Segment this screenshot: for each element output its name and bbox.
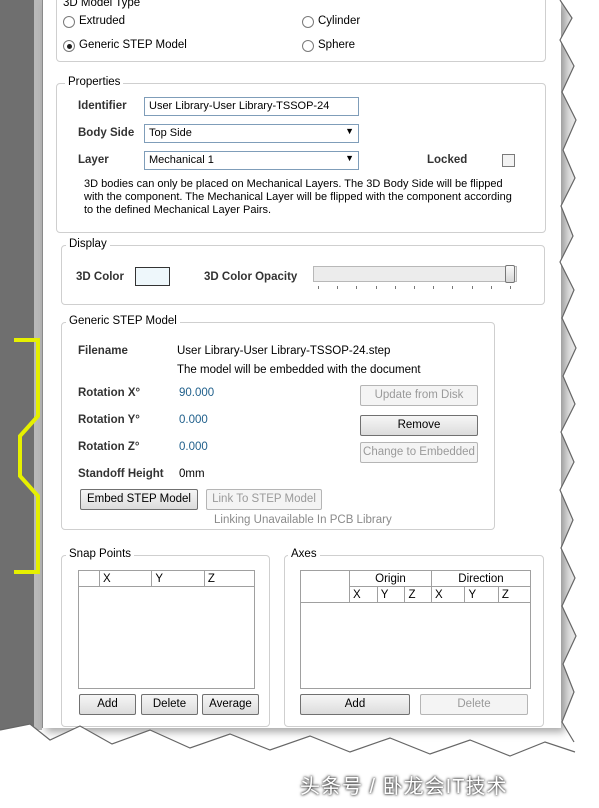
bottom-tab-partial[interactable]: and: [244, 782, 290, 802]
standoff-label: Standoff Height: [78, 468, 164, 480]
body-side-select[interactable]: Top Side ▼: [144, 124, 359, 143]
snap-points-list[interactable]: [78, 570, 255, 689]
step-title: Generic STEP Model: [66, 315, 180, 327]
embedded-note: The model will be embedded with the docu…: [177, 364, 421, 376]
axes-add-button[interactable]: Add: [300, 694, 410, 715]
color-swatch[interactable]: [135, 267, 170, 286]
link-to-step-model-button[interactable]: Link To STEP Model: [206, 489, 322, 510]
opacity-tick: [356, 286, 358, 289]
filename-label: Filename: [78, 345, 128, 357]
identifier-label: Identifier: [78, 100, 127, 112]
remove-button[interactable]: Remove: [360, 415, 478, 436]
opacity-slider-handle[interactable]: [505, 265, 515, 283]
axes-header-blank: [300, 570, 350, 603]
axes-direction-header[interactable]: Direction: [430, 570, 532, 587]
color-label: 3D Color: [76, 271, 124, 283]
rotation-z-label: Rotation Z°: [78, 441, 140, 453]
radio-generic-step[interactable]: [63, 40, 75, 52]
axes-direction-x[interactable]: X: [430, 586, 466, 603]
snap-points-title: Snap Points: [66, 548, 135, 560]
opacity-tick: [452, 286, 454, 289]
watermark: 头条号 / 卧龙会IT技术: [300, 776, 508, 798]
snap-header-blank: [78, 570, 100, 587]
snap-points-header: X Y Z: [78, 570, 256, 587]
axes-title: Axes: [288, 548, 320, 560]
radio-sphere-label[interactable]: Sphere: [318, 39, 355, 51]
rotation-z-value[interactable]: 0.000: [179, 441, 208, 453]
axes-header: Origin Direction X Y Z X Y Z: [300, 570, 532, 603]
opacity-tick: [490, 286, 492, 289]
snap-average-button[interactable]: Average: [202, 694, 259, 715]
model-type-group: [56, 0, 546, 62]
standoff-value[interactable]: 0mm: [179, 468, 205, 480]
link-note: Linking Unavailable In PCB Library: [214, 514, 392, 526]
snap-header-y[interactable]: Y: [151, 570, 205, 587]
model-type-title: 3D Model Type: [60, 0, 144, 9]
locked-label: Locked: [427, 154, 468, 166]
layer-label: Layer: [78, 154, 109, 166]
axes-direction-y[interactable]: Y: [464, 586, 499, 603]
opacity-tick: [375, 286, 377, 289]
axes-delete-button[interactable]: Delete: [420, 694, 528, 715]
axes-origin-z[interactable]: Z: [404, 586, 432, 603]
layer-note: 3D bodies can only be placed on Mechanic…: [84, 178, 512, 216]
chevron-down-icon: ▼: [345, 153, 354, 163]
radio-generic-step-label[interactable]: Generic STEP Model: [79, 39, 187, 51]
layer-select[interactable]: Mechanical 1 ▼: [144, 151, 359, 170]
radio-sphere[interactable]: [302, 40, 314, 52]
axes-origin-header[interactable]: Origin: [349, 570, 432, 587]
embed-step-model-button[interactable]: Embed STEP Model: [80, 489, 198, 510]
display-title: Display: [66, 238, 110, 250]
radio-extruded[interactable]: [63, 16, 75, 28]
radio-extruded-label[interactable]: Extruded: [79, 15, 125, 27]
bottom-tab-label: and: [261, 786, 280, 798]
chevron-down-icon: ▼: [345, 126, 354, 136]
opacity-tick: [471, 286, 473, 289]
radio-cylinder[interactable]: [302, 16, 314, 28]
identifier-input[interactable]: User Library-User Library-TSSOP-24: [144, 97, 359, 116]
axes-origin-y[interactable]: Y: [376, 586, 406, 603]
opacity-tick: [510, 286, 511, 289]
rotation-y-label: Rotation Y°: [78, 414, 140, 426]
radio-cylinder-label[interactable]: Cylinder: [318, 15, 360, 27]
opacity-tick: [318, 286, 319, 289]
snap-delete-button[interactable]: Delete: [141, 694, 198, 715]
body-side-value: Top Side: [149, 127, 192, 139]
layer-value: Mechanical 1: [149, 154, 214, 166]
properties-title: Properties: [65, 76, 124, 88]
snap-header-z[interactable]: Z: [203, 570, 256, 587]
opacity-slider[interactable]: [313, 266, 517, 282]
rotation-x-label: Rotation X°: [78, 387, 141, 399]
opacity-tick: [433, 286, 435, 289]
opacity-tick: [414, 286, 415, 289]
opacity-tick: [394, 286, 396, 289]
body-side-label: Body Side: [78, 127, 135, 139]
update-from-disk-button[interactable]: Update from Disk: [360, 385, 478, 406]
opacity-label: 3D Color Opacity: [204, 271, 298, 283]
change-to-embedded-button[interactable]: Change to Embedded: [360, 442, 478, 463]
rotation-x-value[interactable]: 90.000: [179, 387, 214, 399]
axes-origin-x[interactable]: X: [349, 586, 378, 603]
rotation-y-value[interactable]: 0.000: [179, 414, 208, 426]
locked-checkbox[interactable]: [502, 154, 515, 167]
snap-header-x[interactable]: X: [98, 570, 153, 587]
opacity-tick: [337, 286, 339, 289]
filename-value: User Library-User Library-TSSOP-24.step: [177, 345, 391, 357]
pcb-outline-shape: [14, 338, 40, 574]
axes-direction-z[interactable]: Z: [497, 586, 532, 603]
snap-add-button[interactable]: Add: [79, 694, 136, 715]
